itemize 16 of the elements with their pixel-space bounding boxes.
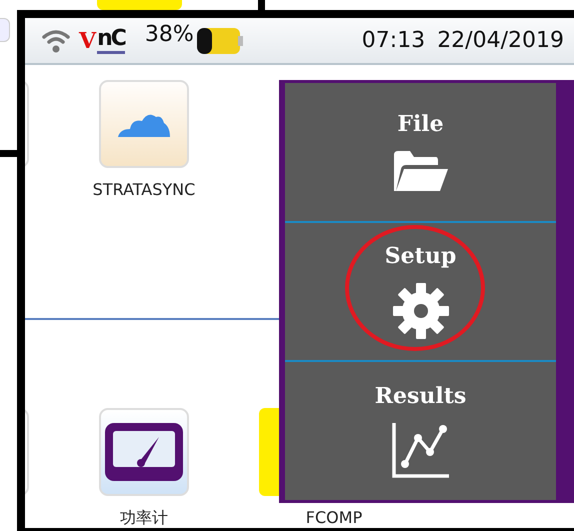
logo: VnC [79,27,125,54]
menu-item[interactable]: File [285,83,556,221]
app-tile[interactable] [99,408,189,496]
app-label: 功率计 [120,508,168,528]
clock-time: 07:13 [362,28,426,53]
battery-percent: 38% [144,22,194,47]
gauge-icon [103,421,185,483]
app-label: STRATASYNC [92,180,196,199]
folder-icon [392,148,450,193]
line-chart-icon [390,421,450,480]
app-tile[interactable] [99,80,189,168]
app-label: FCOMP [306,508,362,527]
menu-item[interactable]: Results [285,360,556,500]
settings-icon [390,280,450,340]
menu-item[interactable]: Setup [285,220,556,360]
date: 22/04/2019 [437,28,564,53]
